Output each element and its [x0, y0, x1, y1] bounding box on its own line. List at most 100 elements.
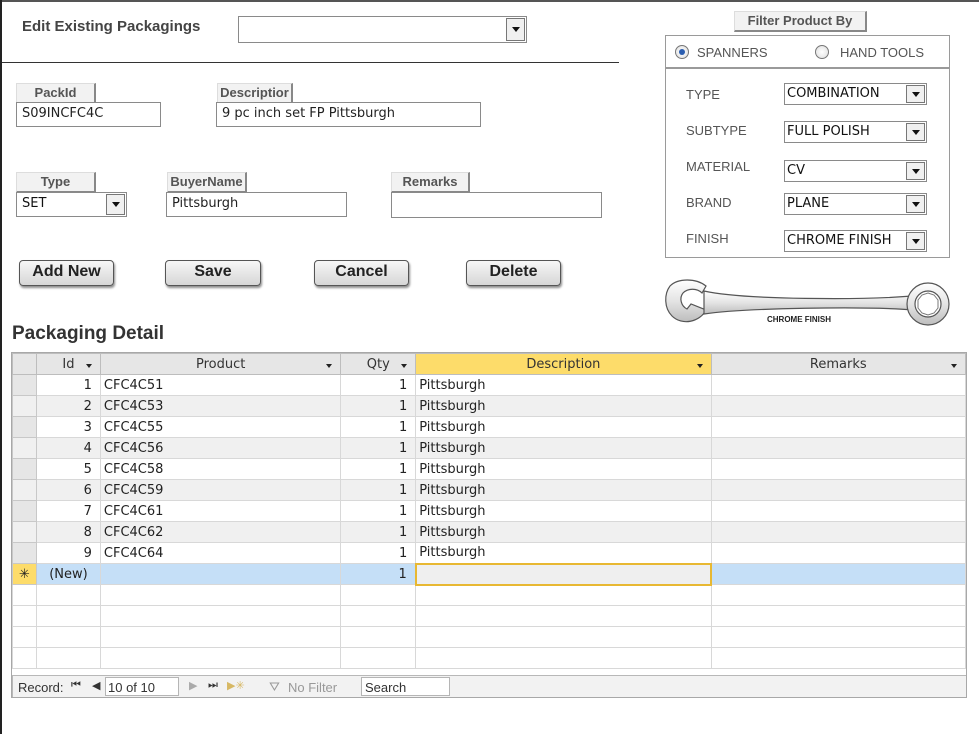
dropdown-arrow-icon[interactable] — [326, 364, 333, 368]
select-all-corner[interactable] — [12, 353, 37, 375]
packid-field[interactable]: S09INCFC4C — [16, 102, 161, 127]
cell-remarks[interactable] — [710, 458, 966, 480]
cell-remarks[interactable] — [710, 500, 966, 522]
cell-product-new[interactable] — [99, 563, 342, 585]
cancel-button[interactable]: Cancel — [314, 260, 409, 286]
chevron-down-icon[interactable] — [906, 123, 925, 141]
hand-tools-radio[interactable] — [815, 45, 829, 59]
cell-product[interactable]: CFC4C59 — [99, 479, 342, 501]
table-row[interactable]: 2 CFC4C53 1 Pittsburgh — [12, 395, 966, 417]
column-header-qty[interactable]: Qty — [340, 353, 417, 375]
cell-remarks[interactable] — [710, 416, 966, 438]
cell-description-new[interactable] — [414, 562, 713, 586]
previous-record-icon[interactable]: ◀ — [92, 679, 100, 692]
column-header-description[interactable]: Description — [415, 353, 712, 375]
cell-product[interactable]: CFC4C61 — [99, 500, 342, 522]
cell-qty[interactable]: 1 — [340, 395, 417, 417]
dropdown-arrow-icon[interactable] — [85, 364, 92, 368]
row-selector[interactable] — [12, 416, 37, 438]
cell-qty[interactable]: 1 — [340, 458, 417, 480]
cell-id[interactable]: 2 — [35, 395, 101, 417]
cell-remarks[interactable] — [710, 521, 966, 543]
row-selector[interactable] — [12, 374, 37, 396]
buyername-field[interactable]: Pittsburgh — [166, 192, 347, 217]
spanners-radio-label[interactable]: SPANNERS — [697, 45, 768, 60]
cell-remarks[interactable] — [710, 395, 966, 417]
dropdown-arrow-icon[interactable] — [951, 364, 957, 368]
cell-qty[interactable]: 1 — [340, 542, 417, 564]
row-selector[interactable] — [12, 500, 37, 522]
spanners-radio[interactable] — [675, 45, 689, 59]
cell-id[interactable]: 7 — [35, 500, 101, 522]
filter-icon[interactable]: ⛛ — [269, 679, 280, 695]
chevron-down-icon[interactable] — [506, 18, 525, 41]
cell-product[interactable]: CFC4C64 — [99, 542, 342, 564]
cell-id-new[interactable]: (New) — [35, 563, 101, 585]
filter-finish-select[interactable]: CHROME FINISH — [784, 230, 927, 252]
new-record-nav-icon[interactable]: ▶✳ — [227, 679, 245, 692]
dropdown-arrow-icon[interactable] — [401, 364, 408, 368]
cell-description[interactable]: Pittsburgh — [415, 416, 712, 438]
column-header-id[interactable]: Id — [35, 353, 101, 375]
hand-tools-radio-label[interactable]: HAND TOOLS — [840, 45, 924, 60]
cell-qty[interactable]: 1 — [340, 374, 417, 396]
cell-id[interactable]: 1 — [35, 374, 101, 396]
table-row[interactable]: 6 CFC4C59 1 Pittsburgh — [12, 479, 966, 501]
cell-description[interactable]: Pittsburgh — [415, 542, 712, 564]
cell-product[interactable]: CFC4C62 — [99, 521, 342, 543]
cell-qty[interactable]: 1 — [340, 479, 417, 501]
cell-qty[interactable]: 1 — [340, 500, 417, 522]
cell-remarks[interactable] — [710, 437, 966, 459]
next-record-icon[interactable]: ▶ — [189, 679, 197, 692]
row-selector[interactable] — [12, 437, 37, 459]
cell-remarks[interactable] — [710, 542, 966, 564]
search-input[interactable]: Search — [361, 677, 450, 696]
table-row[interactable]: 5 CFC4C58 1 Pittsburgh — [12, 458, 966, 480]
cell-qty[interactable]: 1 — [340, 416, 417, 438]
cell-remarks[interactable] — [710, 374, 966, 396]
filter-status[interactable]: No Filter — [288, 680, 337, 695]
filter-type-select[interactable]: COMBINATION — [784, 83, 927, 105]
new-record-row[interactable]: ✳ (New) 1 — [12, 562, 966, 586]
record-number-field[interactable]: 10 of 10 — [105, 677, 179, 696]
cell-id[interactable]: 9 — [35, 542, 101, 564]
type-select[interactable]: SET — [16, 192, 127, 217]
row-selector[interactable] — [12, 395, 37, 417]
existing-packagings-select[interactable] — [238, 16, 527, 43]
dropdown-arrow-icon[interactable] — [696, 364, 703, 368]
filter-subtype-select[interactable]: FULL POLISH — [784, 121, 927, 143]
cell-remarks[interactable] — [710, 479, 966, 501]
chevron-down-icon[interactable] — [906, 232, 925, 250]
description-field[interactable]: 9 pc inch set FP Pittsburgh — [216, 102, 481, 127]
cell-description[interactable]: Pittsburgh — [415, 437, 712, 459]
filter-brand-select[interactable]: PLANE — [784, 193, 927, 215]
filter-material-select[interactable]: CV — [784, 160, 927, 182]
cell-product[interactable]: CFC4C56 — [99, 437, 342, 459]
cell-description[interactable]: Pittsburgh — [415, 395, 712, 417]
cell-qty[interactable]: 1 — [340, 437, 417, 459]
last-record-icon[interactable]: ⏭ — [208, 679, 218, 692]
row-selector[interactable] — [12, 458, 37, 480]
save-button[interactable]: Save — [165, 260, 261, 286]
cell-id[interactable]: 8 — [35, 521, 101, 543]
first-record-icon[interactable]: ⏮ — [71, 679, 81, 692]
row-selector[interactable] — [12, 542, 37, 564]
chevron-down-icon[interactable] — [906, 195, 925, 213]
cell-id[interactable]: 3 — [35, 416, 101, 438]
column-header-remarks[interactable]: Remarks — [710, 353, 966, 375]
column-header-product[interactable]: Product — [99, 353, 342, 375]
cell-product[interactable]: CFC4C55 — [99, 416, 342, 438]
table-row[interactable]: 9 CFC4C64 1 Pittsburgh — [12, 542, 966, 564]
delete-button[interactable]: Delete — [466, 260, 561, 286]
chevron-down-icon[interactable] — [106, 194, 125, 215]
cell-product[interactable]: CFC4C58 — [99, 458, 342, 480]
row-selector[interactable] — [12, 521, 37, 543]
cell-description[interactable]: Pittsburgh — [415, 500, 712, 522]
table-row[interactable]: 4 CFC4C56 1 Pittsburgh — [12, 437, 966, 459]
cell-id[interactable]: 6 — [35, 479, 101, 501]
new-record-icon[interactable]: ✳ — [12, 563, 37, 585]
cell-description[interactable]: Pittsburgh — [415, 458, 712, 480]
chevron-down-icon[interactable] — [906, 85, 925, 103]
cell-description[interactable]: Pittsburgh — [415, 479, 712, 501]
cell-description[interactable]: Pittsburgh — [415, 374, 712, 396]
